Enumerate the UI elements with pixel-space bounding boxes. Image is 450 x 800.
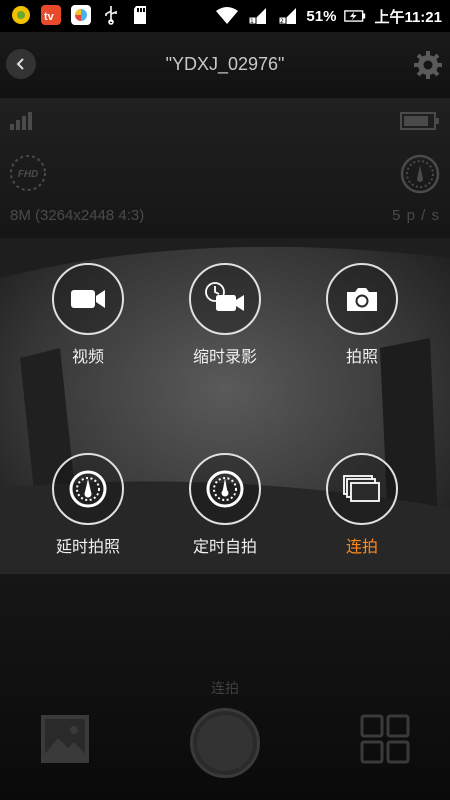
usb-icon xyxy=(100,4,122,26)
mode-burst-button[interactable]: 连拍 xyxy=(307,453,417,557)
video-app-notification-icon: tv xyxy=(40,4,62,26)
video-quality-fhd-icon: FHD xyxy=(8,153,48,197)
battery-charging-icon xyxy=(344,5,366,27)
grid-icon xyxy=(360,714,410,764)
burst-timer-gauge-icon xyxy=(400,154,440,198)
mode-timelapse-video-button[interactable]: 缩时录影 xyxy=(170,263,280,367)
header: "YDXJ_02976" xyxy=(0,32,450,98)
gallery-app-notification-icon xyxy=(70,4,92,26)
mode-self-timer-button[interactable]: 定时自拍 xyxy=(170,453,280,557)
signal-sim2-icon: 2 xyxy=(276,5,298,27)
mode-menu-grid-button[interactable] xyxy=(360,714,410,764)
mode-timelapse-photo-button[interactable]: 延时拍照 xyxy=(33,453,143,557)
mode-label: 缩时录影 xyxy=(192,347,257,366)
wifi-signal-icon xyxy=(10,110,36,136)
camera-status-panel: FHD 8M (3264x2448 4:3) 5 p / s xyxy=(0,98,450,238)
mode-label: 定时自拍 xyxy=(192,537,257,556)
photo-resolution: 8M (3264x2448 4:3) xyxy=(10,207,145,224)
image-gallery-icon xyxy=(41,715,89,763)
svg-text:1: 1 xyxy=(250,18,254,25)
svg-text:tv: tv xyxy=(44,11,55,23)
gallery-button[interactable] xyxy=(40,714,90,764)
svg-text:FHD: FHD xyxy=(18,169,39,180)
gear-icon xyxy=(414,51,442,79)
burst-rate: 5 p / s xyxy=(392,207,440,224)
status-bar: tv 1 2 51% 上午11:21 xyxy=(0,0,450,32)
camera-battery-icon xyxy=(400,110,440,136)
timelapse-video-icon xyxy=(205,282,244,311)
sd-card-icon xyxy=(130,4,152,26)
camera-name-title: "YDXJ_02976" xyxy=(165,54,285,74)
wifi-icon xyxy=(216,5,239,27)
mode-label: 延时拍照 xyxy=(55,537,120,556)
burst-icon xyxy=(343,475,380,502)
bottom-controls: 连拍 xyxy=(0,574,450,800)
mode-label: 拍照 xyxy=(345,347,378,366)
mode-photo-button[interactable]: 拍照 xyxy=(307,263,417,367)
settings-button[interactable] xyxy=(412,49,444,81)
camera-preview-mode-menu: 视频 缩时录影 拍照 延时拍照 定时自拍 连拍 xyxy=(0,238,450,574)
app-notification-icon xyxy=(10,4,32,26)
timelapse-photo-icon xyxy=(69,470,107,508)
camera-icon xyxy=(347,288,377,311)
battery-percent: 51% xyxy=(306,7,337,25)
mode-video-button[interactable]: 视频 xyxy=(33,263,143,367)
clock: 上午11:21 xyxy=(374,8,442,26)
video-camera-icon xyxy=(71,290,105,308)
mode-label: 视频 xyxy=(71,347,104,366)
svg-text:2: 2 xyxy=(280,18,284,25)
mode-label-active: 连拍 xyxy=(345,537,378,556)
signal-sim1-icon: 1 xyxy=(246,5,268,27)
current-mode-label: 连拍 xyxy=(211,681,239,697)
shutter-button[interactable] xyxy=(190,708,260,778)
self-timer-icon xyxy=(206,470,244,508)
